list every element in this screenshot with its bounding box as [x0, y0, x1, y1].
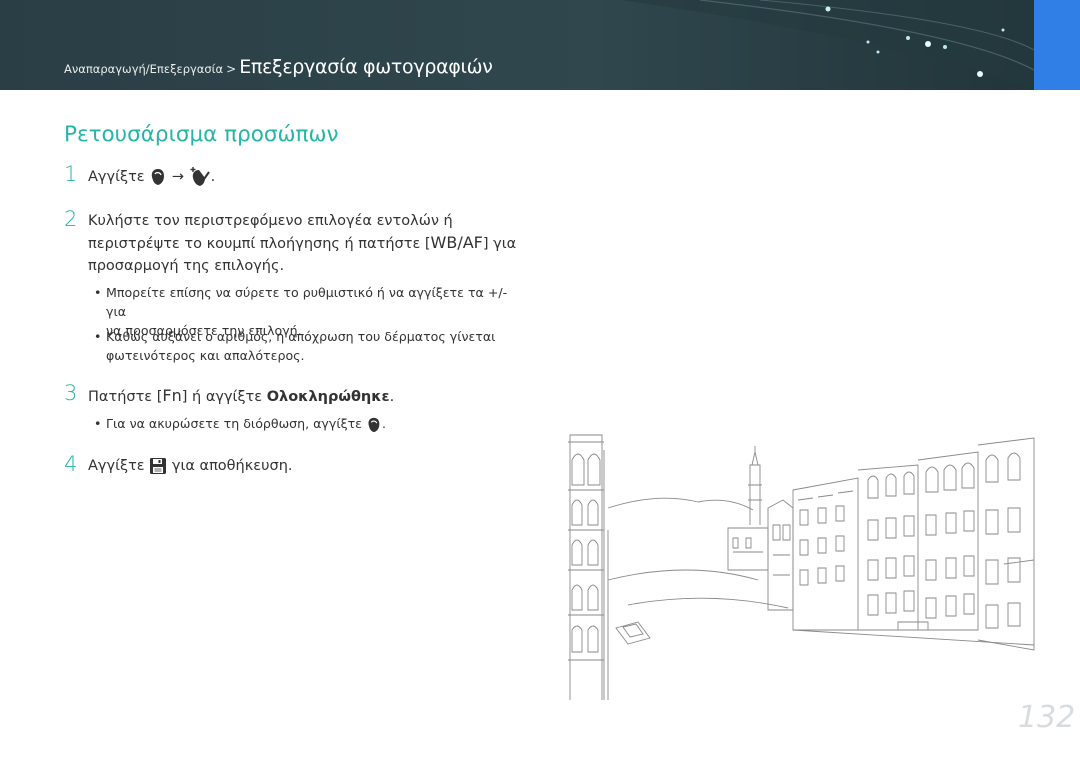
step-3-label: Πατήστε [ [88, 389, 163, 405]
step-2-line-2: περιστρέψτε το κουμπί πλοήγησης ή πατήστ… [88, 232, 528, 255]
step-4-text-end: για αποθήκευση. [171, 458, 293, 474]
bullet-dot: • [94, 329, 102, 344]
bullet-text: Καθώς αυξάνει ο αριθμός, η απόχρωση του … [106, 327, 526, 365]
step-2-line-2-start: περιστρέψτε το κουμπί πλοήγησης ή πατήστ… [88, 236, 431, 252]
breadcrumb-separator: > [226, 62, 237, 76]
step-3-number: 3 [64, 381, 78, 405]
bullet-line: Μπορείτε επίσης να σύρετε το ρυθμιστικό … [106, 285, 508, 319]
step-3-middle: ] ή αγγίξτε [181, 389, 267, 405]
step-2-line-3: προσαρμογή της επιλογής. [88, 258, 285, 274]
step-2-line-2-end: ] για [482, 236, 517, 252]
step-4-label: Αγγίξτε [88, 458, 145, 474]
save-icon [150, 458, 167, 474]
bullet-dot: • [94, 416, 102, 431]
step-1-label: Αγγίξτε [88, 169, 145, 185]
step-4-text: Αγγίξτε για αποθήκευση. [88, 455, 528, 477]
section-title: Ρετουσάρισμα προσώπων [64, 122, 339, 147]
step-3-period: . [389, 389, 395, 405]
bullet-line: Καθώς αυξάνει ο αριθμός, η απόχρωση του … [106, 329, 496, 344]
retouch-icon [152, 169, 165, 185]
step-1-number: 1 [64, 162, 78, 186]
breadcrumb-parent: Αναπαραγωγή/Επεξεργασία [64, 62, 224, 76]
retouch-icon [368, 417, 380, 432]
step-1-period: . [210, 169, 216, 185]
bullet-line: Για να ακυρώσετε τη διόρθωση, αγγίξτε [106, 416, 362, 431]
canal-city-illustration [568, 434, 1035, 700]
header-banner: Αναπαραγωγή/Επεξεργασία > Επεξεργασία φωτο… [0, 0, 1080, 90]
step-2-number: 2 [64, 207, 78, 231]
chapter-tab [1034, 0, 1080, 90]
bullet-dot: • [94, 285, 102, 300]
breadcrumb-current: Επεξεργασία φωτογραφιών [239, 56, 493, 78]
done-button-label: Ολοκληρώθηκε [266, 389, 390, 405]
step-2-line-1: Κυλήστε τον περιστρεφόμενο επιλογέα εντο… [88, 213, 453, 229]
face-retouch-icon [190, 167, 210, 186]
bullet-text: Για να ακυρώσετε τη διόρθωση, αγγίξτε . [106, 414, 526, 434]
step-1-text: Αγγίξτε → . [88, 166, 528, 188]
step-3-text: Πατήστε [Fn] ή αγγίξτε Ολοκληρώθηκε. [88, 385, 528, 408]
fn-key: Fn [162, 386, 182, 405]
page-number: 132 [1018, 700, 1076, 735]
bullet-line: φωτεινότερος και απαλότερος. [106, 348, 305, 363]
step-4-number: 4 [64, 452, 78, 476]
breadcrumb: Αναπαραγωγή/Επεξεργασία > Επεξεργασία φωτο… [64, 56, 493, 78]
step-1-arrow: → [171, 169, 185, 185]
bullet-period: . [382, 416, 387, 431]
wb-af-key: WB/AF [430, 233, 483, 252]
step-2-text: Κυλήστε τον περιστρεφόμενο επιλογέα εντο… [88, 210, 528, 277]
